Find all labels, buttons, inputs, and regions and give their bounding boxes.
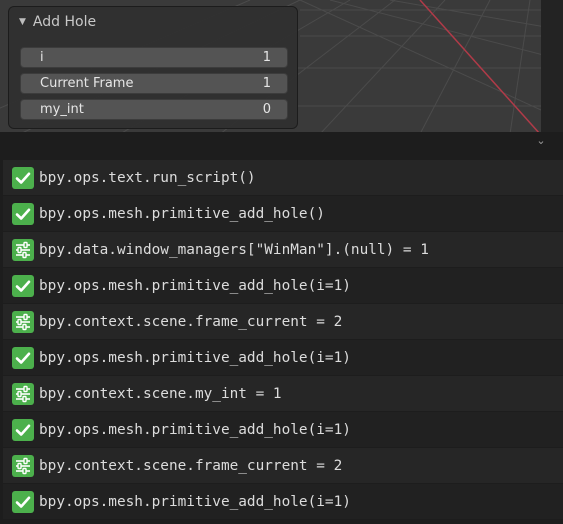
log-entry[interactable]: bpy.ops.text.run_script() bbox=[3, 160, 563, 195]
log-entry-text: bpy.ops.mesh.primitive_add_hole(i=1) bbox=[39, 349, 351, 366]
info-log[interactable]: bpy.ops.text.run_script() bpy.ops.mesh.pr… bbox=[0, 160, 563, 524]
sliders-icon bbox=[12, 454, 34, 477]
panel-title: Add Hole bbox=[32, 14, 97, 30]
blender-window: ▼ Add Hole i 1 Current Frame 1 my_int 0 … bbox=[0, 0, 563, 524]
checkmark-icon bbox=[12, 166, 34, 189]
log-entry-text: bpy.data.window_managers["WinMan"].(null… bbox=[39, 241, 429, 258]
log-entry[interactable]: bpy.context.scene.frame_current = 2 bbox=[3, 304, 563, 339]
property-label: i bbox=[40, 50, 44, 65]
log-entry[interactable]: bpy.context.scene.my_int = 1 bbox=[3, 376, 563, 411]
log-entry[interactable]: bpy.ops.mesh.primitive_add_hole(i=1) bbox=[3, 340, 563, 375]
checkmark-icon bbox=[12, 346, 34, 369]
area-divider[interactable] bbox=[0, 132, 563, 148]
3d-viewport[interactable]: ▼ Add Hole i 1 Current Frame 1 my_int 0 bbox=[0, 0, 563, 134]
checkmark-icon bbox=[12, 418, 34, 441]
property-label: my_int bbox=[40, 102, 84, 117]
log-entry-text: bpy.context.scene.my_int = 1 bbox=[39, 385, 282, 402]
log-entry[interactable]: bpy.context.scene.frame_current = 2 bbox=[3, 448, 563, 483]
panel-header[interactable]: ▼ Add Hole bbox=[19, 13, 96, 31]
sliders-icon bbox=[12, 382, 34, 405]
property-value: 1 bbox=[262, 76, 271, 91]
log-entry-text: bpy.ops.mesh.primitive_add_hole() bbox=[39, 205, 325, 222]
property-value: 0 bbox=[262, 102, 271, 117]
log-entry-text: bpy.context.scene.frame_current = 2 bbox=[39, 457, 343, 474]
log-entry[interactable]: bpy.ops.mesh.primitive_add_hole(i=1) bbox=[3, 484, 563, 519]
log-entry[interactable]: bpy.data.window_managers["WinMan"].(null… bbox=[3, 232, 563, 267]
redo-panel: ▼ Add Hole i 1 Current Frame 1 my_int 0 bbox=[8, 6, 298, 129]
property-field-i[interactable]: i 1 bbox=[20, 47, 288, 68]
collapse-triangle-icon[interactable]: ▼ bbox=[19, 17, 26, 27]
log-entry[interactable]: bpy.ops.mesh.primitive_add_hole(i=1) bbox=[3, 412, 563, 447]
log-entry-text: bpy.ops.text.run_script() bbox=[39, 169, 256, 186]
checkmark-icon bbox=[12, 274, 34, 297]
log-entry-text: bpy.ops.mesh.primitive_add_hole(i=1) bbox=[39, 493, 351, 510]
checkmark-icon bbox=[12, 490, 34, 513]
property-value: 1 bbox=[262, 50, 271, 65]
checkmark-icon bbox=[12, 202, 34, 225]
log-entry[interactable]: bpy.ops.mesh.primitive_add_hole(i=1) bbox=[3, 268, 563, 303]
log-entry-text: bpy.ops.mesh.primitive_add_hole(i=1) bbox=[39, 421, 351, 438]
viewport-side-strip bbox=[541, 0, 563, 134]
sliders-icon bbox=[12, 238, 34, 261]
log-entry[interactable]: bpy.ops.mesh.primitive_add_hole() bbox=[3, 196, 563, 231]
chevron-down-icon[interactable]: ⌄ bbox=[534, 135, 548, 146]
property-label: Current Frame bbox=[40, 76, 134, 91]
sliders-icon bbox=[12, 310, 34, 333]
log-entry-text: bpy.ops.mesh.primitive_add_hole(i=1) bbox=[39, 277, 351, 294]
property-field-my-int[interactable]: my_int 0 bbox=[20, 99, 288, 120]
property-field-current-frame[interactable]: Current Frame 1 bbox=[20, 73, 288, 94]
log-entry-text: bpy.context.scene.frame_current = 2 bbox=[39, 313, 343, 330]
